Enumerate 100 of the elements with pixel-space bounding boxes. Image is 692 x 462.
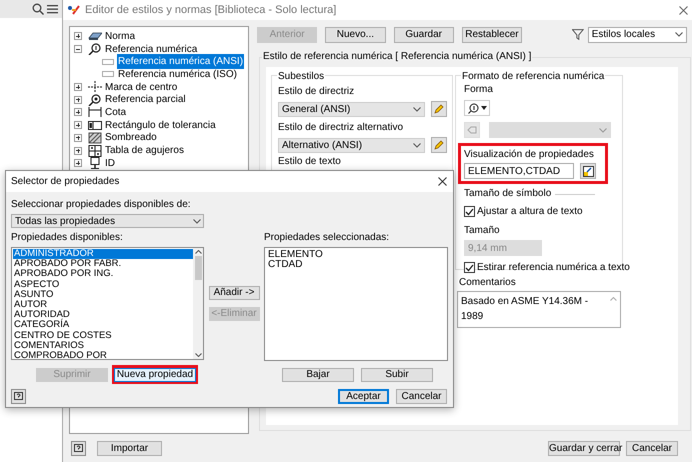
selected-list[interactable]: ELEMENTO CTDAD	[264, 247, 448, 361]
list-item[interactable]: ELEMENTO	[268, 250, 323, 260]
field-label: Estilo de texto	[278, 156, 342, 168]
toolbar-button[interactable]: Restablecer	[462, 26, 522, 42]
list-item[interactable]: COMPROBADO POR	[13, 351, 193, 359]
expand-toggle[interactable]	[74, 96, 82, 104]
property-picker-button[interactable]	[580, 163, 596, 179]
expand-toggle[interactable]	[74, 83, 82, 92]
check-icon	[465, 264, 474, 272]
tag-icon	[467, 126, 477, 134]
field-label: Propiedades disponibles:	[11, 232, 124, 244]
expand-toggle[interactable]	[74, 134, 82, 142]
add-button[interactable]: Añadir ->	[208, 286, 260, 300]
checkbox[interactable]	[464, 262, 475, 273]
filter-dropdown[interactable]: Estilos locales	[588, 26, 687, 42]
scroll-up-icon	[610, 297, 617, 301]
hatch-icon	[88, 132, 102, 144]
tree-item[interactable]: Rectángulo de tolerancia	[104, 118, 217, 133]
close-icon	[438, 177, 447, 186]
comments-field[interactable]: Basado en ASME Y14.36M - 1989	[457, 291, 621, 328]
tree-item[interactable]: Referencia numérica (ANSI)	[117, 54, 244, 70]
list-item[interactable]: COMENTARIOS	[13, 340, 193, 352]
shape-dropdown[interactable]	[464, 100, 490, 116]
section-heading: Estilo de referencia numérica [ Referencia numérica (ANSI) ]	[262, 51, 532, 63]
list-item[interactable]: ASUNTO	[13, 290, 193, 300]
edit-button[interactable]	[431, 137, 447, 153]
field-label: Forma	[464, 84, 494, 96]
help-icon	[14, 392, 23, 402]
leader-style-dropdown[interactable]: General (ANSI)	[278, 102, 425, 116]
expand-toggle[interactable]	[74, 146, 82, 155]
expand-toggle[interactable]	[74, 121, 82, 130]
save-and-close-button[interactable]: Guardar y cerrar	[548, 441, 620, 456]
edit-button[interactable]	[431, 101, 447, 117]
source-dropdown[interactable]: Todas las propiedades	[11, 214, 204, 228]
balloon-icon	[468, 102, 478, 114]
pencil-icon	[434, 140, 444, 150]
scrollbar[interactable]	[193, 248, 203, 359]
close-icon	[679, 6, 688, 15]
field-label: Tamaño	[464, 225, 501, 237]
expand-toggle[interactable]	[74, 159, 82, 168]
menu-icon	[47, 4, 58, 14]
list-item[interactable]: ADMINISTRADOR	[13, 249, 193, 260]
list-item[interactable]: ASPECTO	[13, 280, 193, 290]
chevron-down-icon	[193, 218, 201, 224]
expand-toggle[interactable]	[74, 32, 82, 40]
search-icon	[32, 3, 44, 15]
new-property-button[interactable]: Nueva propiedad	[114, 368, 196, 382]
chevron-down-icon	[413, 106, 421, 112]
frame-icon	[88, 119, 102, 132]
tree-item[interactable]: Norma	[104, 28, 136, 44]
checkbox-label: Estirar referencia numérica a texto	[477, 261, 630, 275]
list-item[interactable]: APROBADO POR ING.	[13, 269, 193, 280]
filter-icon	[572, 29, 584, 40]
chevron-down-icon	[413, 142, 421, 148]
import-button[interactable]: Importar	[97, 441, 162, 456]
list-item[interactable]: AUTORIDAD	[13, 310, 193, 320]
group-title: Tamaño de símbolo	[464, 188, 552, 200]
tree-item[interactable]: Referencia parcial	[104, 92, 187, 108]
list-item[interactable]: CENTRO DE COSTES	[13, 330, 193, 341]
cancel-button[interactable]: Cancelar	[626, 441, 678, 456]
dialog-title: Selector de propiedades	[11, 175, 120, 189]
list-item[interactable]: APROBADO POR FABR.	[13, 259, 193, 270]
scroll-up-icon	[194, 250, 202, 254]
ok-button[interactable]: Aceptar	[338, 389, 389, 404]
pin-icon	[88, 157, 102, 170]
collapse-toggle[interactable]	[74, 45, 82, 54]
alt-leader-dropdown[interactable]: Alternativo (ANSI)	[278, 138, 425, 152]
field-label: Visualización de propiedades	[464, 149, 595, 161]
help-button[interactable]	[71, 441, 86, 456]
checkbox[interactable]	[464, 206, 475, 217]
list-item[interactable]: CATEGORÍA	[13, 320, 193, 331]
list-item[interactable]: CTDAD	[268, 260, 302, 270]
magnifier-icon	[88, 94, 102, 106]
toolbar-button[interactable]: Guardar	[394, 26, 454, 42]
tree-item[interactable]: ID	[104, 156, 116, 171]
available-list[interactable]: ADMINISTRADOR APROBADO POR FABR. APROBADO POR ING. ASPECTO ASUNTO AUTOR AUTORIDAD CATEGORÍA CENTRO DE COSTES COMENTARIOS COMPROBADO POR	[11, 247, 204, 360]
field-label: Estilo de directriz	[278, 86, 356, 98]
chevron-down-icon	[599, 128, 607, 132]
move-up-button[interactable]: Subir	[361, 368, 433, 382]
move-down-button[interactable]: Bajar	[282, 368, 354, 382]
tree-item[interactable]: Referencia numérica	[104, 42, 198, 57]
help-button[interactable]	[11, 389, 26, 404]
magnifier-icon	[88, 43, 102, 56]
scrollbar-thumb[interactable]	[194, 256, 202, 280]
scroll-down-icon	[194, 353, 202, 357]
tree-item[interactable]: Sombreado	[104, 130, 158, 146]
chevron-down-icon	[675, 32, 683, 37]
tree-item[interactable]: Tabla de agujeros	[104, 143, 185, 158]
caret-icon	[480, 106, 486, 110]
list-item[interactable]: AUTOR	[13, 300, 193, 310]
field-label: Comentarios	[458, 277, 517, 289]
toolbar-button[interactable]: Nuevo...	[325, 26, 386, 42]
property-display-field[interactable]: ELEMENTO,CTDAD	[464, 163, 574, 179]
tree-item[interactable]: Marca de centro	[104, 80, 178, 95]
tree-item[interactable]: Cota	[104, 104, 128, 120]
cancel-button[interactable]: Cancelar	[396, 389, 447, 404]
tree-item[interactable]: Referencia numérica (ISO)	[117, 66, 238, 82]
app-logo-icon	[67, 4, 81, 16]
window-title: Editor de estilos y normas [Biblioteca - Solo lectura]	[85, 2, 336, 18]
expand-toggle[interactable]	[74, 108, 82, 116]
